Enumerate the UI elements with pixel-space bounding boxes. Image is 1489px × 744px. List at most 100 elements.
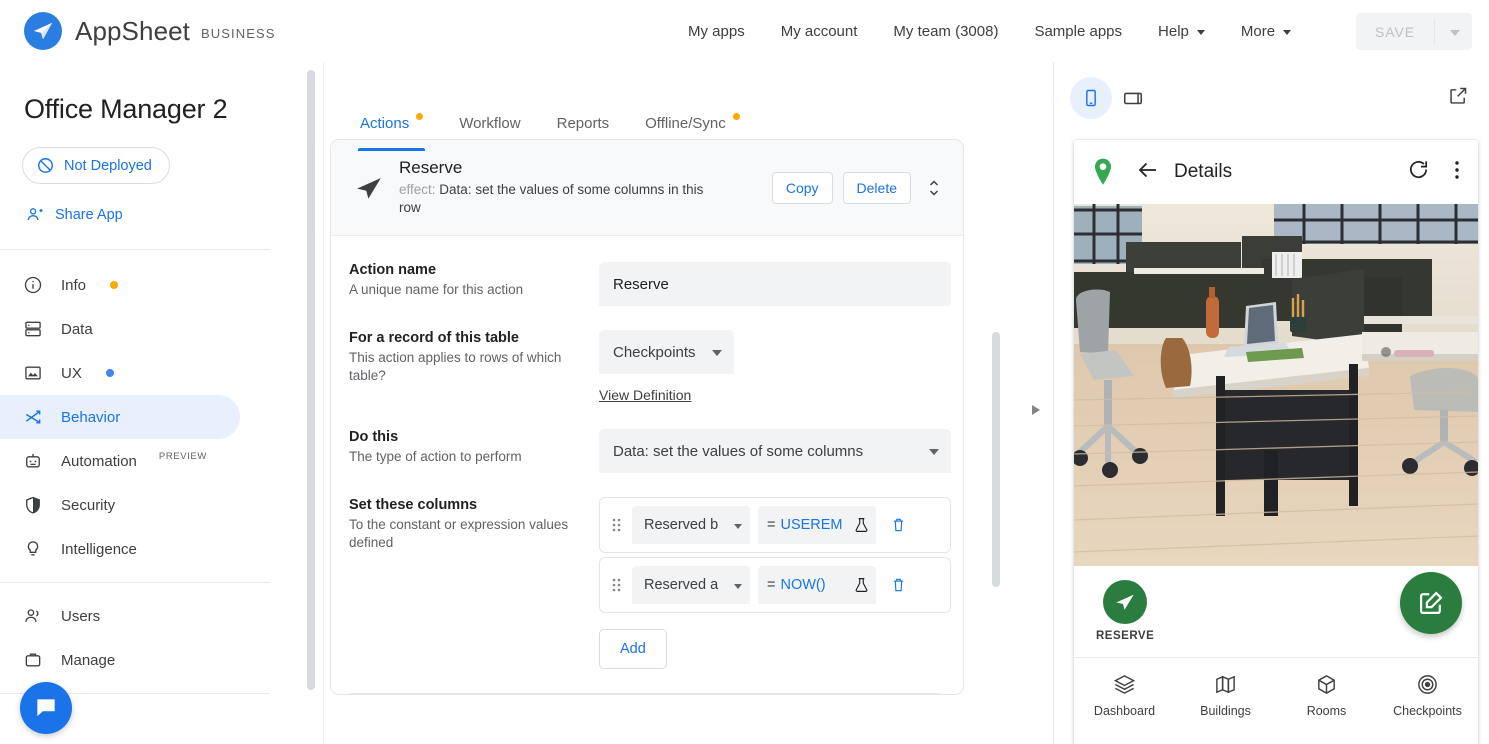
preview-reserve-action[interactable]: RESERVE: [1096, 580, 1154, 642]
preview-nav-checkpoints[interactable]: Checkpoints: [1377, 673, 1478, 718]
preview-bottom-nav: Dashboard Buildings Rooms Checkpoints: [1074, 658, 1478, 732]
tab-workflow[interactable]: Workflow: [441, 95, 538, 151]
column-select-value: Reserved a: [644, 577, 719, 593]
refresh-button[interactable]: [1407, 158, 1430, 186]
field-table: For a record of this table This action a…: [349, 330, 941, 405]
view-definition-link[interactable]: View Definition: [599, 387, 691, 403]
editor-scrollbar-thumb[interactable]: [307, 70, 315, 690]
column-select[interactable]: Reserved a: [632, 566, 750, 604]
sidebar-item-info[interactable]: Info: [0, 263, 240, 307]
sidebar-item-security[interactable]: Security: [0, 483, 240, 527]
preview-badge: PREVIEW: [158, 450, 207, 462]
appsheet-editor: AppSheet BUSINESS My apps My account My …: [0, 0, 1489, 744]
sidebar-item-automation[interactable]: Automation PREVIEW: [0, 439, 240, 483]
edit-fab-button[interactable]: [1400, 572, 1462, 634]
open-in-new-button[interactable]: [1448, 85, 1469, 111]
save-button[interactable]: SAVE: [1356, 13, 1434, 50]
field-control: Data: set the values of some columns: [599, 429, 951, 473]
drag-handle-icon[interactable]: [608, 517, 624, 533]
deployment-status-chip[interactable]: Not Deployed: [22, 147, 170, 184]
field-label-block: Do this The type of action to perform: [349, 429, 599, 473]
nav-my-team[interactable]: My team (3008): [875, 23, 1016, 40]
delete-button[interactable]: Delete: [842, 171, 911, 204]
sidebar-item-label: UX: [61, 364, 82, 382]
sidebar-item-label: Automation: [61, 452, 137, 470]
add-column-button[interactable]: Add: [599, 629, 667, 669]
sidebar-item-data[interactable]: Data: [0, 307, 240, 351]
behavior-tabs: Actions Workflow Reports Offline/Sync: [324, 62, 1004, 151]
delete-row-icon[interactable]: [884, 516, 912, 534]
chevron-down-icon: [1196, 29, 1205, 35]
reserve-action-button[interactable]: [1103, 580, 1148, 624]
map-icon: [1216, 675, 1235, 693]
brand[interactable]: AppSheet BUSINESS: [24, 12, 276, 50]
nav-my-apps[interactable]: My apps: [670, 23, 763, 40]
reorder-icon[interactable]: [921, 177, 947, 199]
manage-icon: [22, 649, 44, 671]
preview-mode-tablet-button[interactable]: [1112, 77, 1154, 119]
app-preview-phone: Details RESERVE Dashboard Buildings Room…: [1074, 140, 1478, 744]
column-select[interactable]: Reserved b: [632, 506, 750, 544]
set-column-row: Reserved a = NOW(): [599, 557, 951, 613]
delete-row-icon[interactable]: [884, 576, 912, 594]
deploy-status-label: Not Deployed: [64, 157, 152, 174]
sidebar-item-behavior[interactable]: Behavior: [0, 395, 240, 439]
drag-handle-icon[interactable]: [608, 577, 624, 593]
chat-bubble-icon: [37, 699, 55, 717]
share-app-button[interactable]: Share App: [22, 199, 129, 230]
sidebar-item-label: Manage: [61, 651, 116, 669]
more-options-button[interactable]: [1444, 159, 1464, 186]
info-icon: [22, 274, 44, 296]
nav-more[interactable]: More: [1223, 23, 1309, 40]
chat-support-button[interactable]: [20, 682, 72, 734]
robot-icon: [22, 450, 44, 472]
sidebar-item-intelligence[interactable]: Intelligence: [0, 527, 240, 571]
nav-my-account[interactable]: My account: [763, 23, 876, 40]
expression-box[interactable]: = NOW(): [758, 566, 876, 604]
save-dropdown-button[interactable]: [1435, 13, 1472, 50]
main-panel: Actions Workflow Reports Offline/Sync Re…: [324, 62, 1004, 744]
nav-help[interactable]: Help: [1140, 23, 1223, 40]
nav-sample-apps[interactable]: Sample apps: [1016, 23, 1140, 40]
tab-offline-sync[interactable]: Offline/Sync: [627, 95, 758, 151]
field-control: [599, 262, 951, 306]
do-this-select[interactable]: Data: set the values of some columns: [599, 429, 951, 473]
preview-nav-rooms[interactable]: Rooms: [1276, 673, 1377, 718]
chevron-down-icon: [734, 583, 742, 589]
users-icon: [22, 605, 44, 627]
tab-reports[interactable]: Reports: [539, 95, 628, 151]
database-icon: [22, 318, 44, 340]
tab-actions[interactable]: Actions: [342, 95, 441, 151]
field-label-block: Action name A unique name for this actio…: [349, 262, 599, 306]
detail-photo: [1074, 204, 1478, 566]
action-card-buttons: Copy Delete: [771, 171, 947, 204]
preview-mode-phone-button[interactable]: [1070, 77, 1112, 119]
sidebar-item-manage[interactable]: Manage: [0, 638, 240, 682]
layers-icon: [1113, 674, 1136, 694]
action-name-input[interactable]: [599, 262, 951, 306]
back-button[interactable]: [1136, 158, 1160, 187]
chevron-down-icon: [711, 350, 722, 356]
expression-box[interactable]: = USEREM: [758, 506, 876, 544]
tab-status-dot: [416, 112, 424, 120]
expression-value: NOW(): [780, 577, 826, 593]
sidebar-item-users[interactable]: Users: [0, 594, 240, 638]
flask-icon[interactable]: [853, 576, 870, 594]
main-scrollbar-thumb[interactable]: [992, 332, 1000, 587]
preview-nav-dashboard[interactable]: Dashboard: [1074, 673, 1175, 718]
flask-icon[interactable]: [853, 516, 870, 534]
preview-nav-label: Rooms: [1306, 703, 1347, 718]
action-card-body: Action name A unique name for this actio…: [331, 236, 963, 694]
sidebar-item-label: Intelligence: [61, 540, 137, 558]
effect-prefix: effect:: [399, 182, 436, 197]
action-card-header: Reserve effect: Data: set the values of …: [331, 140, 963, 236]
nav-label: My apps: [688, 22, 745, 40]
save-button-group[interactable]: SAVE: [1356, 13, 1472, 50]
table-select[interactable]: Checkpoints: [599, 330, 734, 374]
sidebar-item-ux[interactable]: UX: [0, 351, 240, 395]
sidebar-item-label: Behavior: [61, 408, 121, 426]
nav-label: Help: [1158, 22, 1189, 40]
preview-nav-buildings[interactable]: Buildings: [1175, 673, 1276, 718]
copy-button[interactable]: Copy: [771, 171, 833, 204]
collapse-preview-arrow-icon[interactable]: [1030, 403, 1042, 417]
